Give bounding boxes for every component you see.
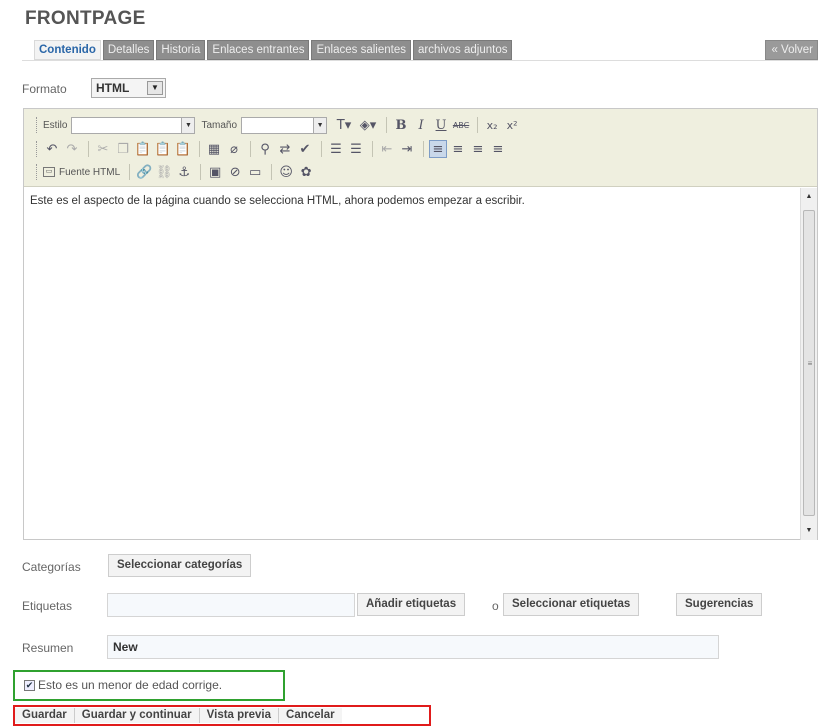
special-char-icon[interactable]: ✿ — [297, 163, 315, 181]
tab-bar: Contenido Detalles Historia Enlaces entr… — [34, 40, 514, 60]
underline-icon[interactable]: U — [432, 116, 450, 134]
unlink-icon[interactable]: ⛓ — [155, 163, 173, 181]
outdent-icon[interactable]: ⇤ — [378, 140, 396, 158]
scroll-down-icon[interactable]: ▼ — [801, 523, 817, 539]
align-right-icon[interactable]: ≡ — [469, 140, 487, 158]
save-button[interactable]: Guardar — [15, 708, 75, 723]
anchor-icon[interactable]: ⚓ — [175, 163, 193, 181]
eraser-icon[interactable]: ⌀ — [225, 140, 243, 158]
redo-icon[interactable]: ↷ — [63, 140, 81, 158]
tab-enlaces-salientes[interactable]: Enlaces salientes — [311, 40, 411, 60]
suggestions-button[interactable]: Sugerencias — [676, 593, 763, 616]
page-title: FRONTPAGE — [25, 8, 146, 29]
preview-button[interactable]: Vista previa — [199, 708, 280, 723]
editor-toolbar: Estilo ▼ Tamaño ▼ T▾ ◈▾ B I U ABC x₂ x² … — [24, 109, 817, 187]
format-select[interactable]: HTML ▼ — [91, 78, 166, 98]
editor-scrollbar[interactable]: ▲ ≡ ▼ — [800, 188, 817, 540]
align-justify-icon[interactable]: ≡ — [489, 140, 507, 158]
source-label: Fuente HTML — [59, 166, 121, 178]
paste-word-icon[interactable]: 📋 — [174, 140, 192, 158]
horizontal-rule-icon[interactable]: ▭ — [246, 163, 264, 181]
toolbar-grip — [36, 117, 39, 133]
superscript-icon[interactable]: x² — [503, 116, 521, 134]
cut-icon[interactable]: ✂ — [94, 140, 112, 158]
strikethrough-icon[interactable]: ABC — [452, 116, 470, 134]
summary-label: Resumen — [22, 641, 74, 655]
find-icon[interactable]: ⚲ — [256, 140, 274, 158]
replace-icon[interactable]: ⇄ — [276, 140, 294, 158]
select-categories-button[interactable]: Seleccionar categorías — [108, 554, 252, 577]
summary-input[interactable]: New — [107, 635, 719, 659]
add-tags-button[interactable]: Añadir etiquetas — [357, 593, 466, 616]
flash-icon[interactable]: ⊘ — [226, 163, 244, 181]
smiley-icon[interactable]: ☺ — [277, 163, 295, 181]
action-bar: Guardar Guardar y continuar Vista previa… — [13, 705, 431, 726]
link-icon[interactable]: 🔗 — [135, 163, 153, 181]
image-icon[interactable]: ▣ — [206, 163, 224, 181]
paste-icon[interactable]: 📋 — [134, 140, 152, 158]
format-value: HTML — [96, 81, 130, 95]
style-combo[interactable]: ▼ — [71, 116, 196, 134]
numbered-list-icon[interactable]: ☰ — [327, 140, 345, 158]
source-icon: ▭ — [43, 167, 55, 177]
minor-edit-checkbox[interactable]: ✔ — [24, 680, 35, 691]
cancel-button[interactable]: Cancelar — [279, 708, 342, 723]
back-button[interactable]: « Volver — [765, 40, 818, 60]
size-label: Tamaño — [201, 119, 238, 131]
align-left-icon[interactable]: ≡ — [429, 140, 447, 158]
minor-edit-highlight: ✔ Esto es un menor de edad corrige. — [13, 670, 285, 701]
bulleted-list-icon[interactable]: ☰ — [347, 140, 365, 158]
spellcheck-icon[interactable]: ✔ — [296, 140, 314, 158]
tab-contenido[interactable]: Contenido — [34, 40, 101, 60]
table-icon[interactable]: ▦ — [205, 140, 223, 158]
tab-archivos-adjuntos[interactable]: archivos adjuntos — [412, 40, 513, 60]
format-label: Formato — [22, 82, 67, 96]
bold-icon[interactable]: B — [392, 116, 410, 134]
tags-label: Etiquetas — [22, 599, 73, 613]
tab-divider — [22, 60, 818, 61]
align-center-icon[interactable]: ≡ — [449, 140, 467, 158]
undo-icon[interactable]: ↶ — [43, 140, 61, 158]
categories-label: Categorías — [22, 560, 81, 574]
scroll-thumb[interactable]: ≡ — [803, 210, 815, 516]
text-color-icon[interactable]: T▾ — [333, 116, 355, 134]
scroll-up-icon[interactable]: ▲ — [801, 189, 817, 205]
tags-input[interactable] — [107, 593, 355, 617]
save-continue-button[interactable]: Guardar y continuar — [74, 708, 200, 723]
size-combo[interactable]: ▼ — [241, 116, 328, 134]
paste-text-icon[interactable]: 📋 — [154, 140, 172, 158]
tab-detalles[interactable]: Detalles — [102, 40, 155, 60]
background-color-icon[interactable]: ◈▾ — [357, 116, 379, 134]
indent-icon[interactable]: ⇥ — [398, 140, 416, 158]
subscript-icon[interactable]: x₂ — [483, 116, 501, 134]
chevron-down-icon: ▼ — [313, 117, 327, 133]
rich-text-editor: Estilo ▼ Tamaño ▼ T▾ ◈▾ B I U ABC x₂ x² … — [23, 108, 818, 540]
chevron-down-icon: ▼ — [181, 117, 195, 133]
editor-content[interactable]: Este es el aspecto de la página cuando s… — [30, 195, 790, 207]
minor-edit-label: Esto es un menor de edad corrige. — [38, 678, 223, 692]
source-html-button[interactable]: ▭ Fuente HTML — [43, 167, 120, 178]
tab-historia[interactable]: Historia — [156, 40, 206, 60]
style-label: Estilo — [43, 119, 68, 131]
or-text: o — [492, 599, 499, 613]
tab-enlaces-entrantes[interactable]: Enlaces entrantes — [207, 40, 310, 60]
italic-icon[interactable]: I — [412, 116, 430, 134]
chevron-down-icon[interactable]: ▼ — [147, 81, 163, 95]
copy-icon[interactable]: ❐ — [114, 140, 132, 158]
select-tags-button[interactable]: Seleccionar etiquetas — [503, 593, 640, 616]
